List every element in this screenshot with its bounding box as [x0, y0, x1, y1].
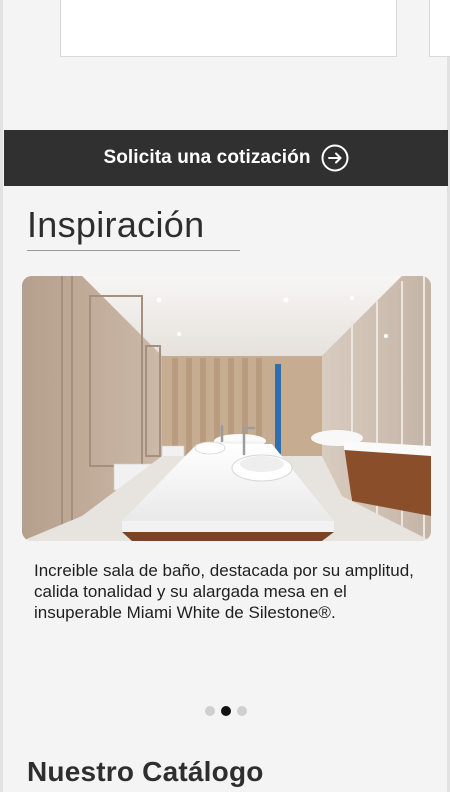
- product-card[interactable]: [60, 0, 397, 57]
- request-quote-label: Solicita una cotización: [103, 147, 311, 168]
- carousel-dot[interactable]: [221, 706, 231, 716]
- viewport-edge-left: [0, 0, 3, 792]
- title-underline: [27, 250, 240, 251]
- catalog-title: Nuestro Catálogo: [27, 756, 264, 787]
- inspiration-slide-image[interactable]: [22, 276, 431, 541]
- product-card-next[interactable]: [429, 0, 450, 57]
- arrow-right-circle-icon: [321, 144, 349, 172]
- inspiration-caption: Increible sala de baño, destacada por su…: [34, 561, 414, 622]
- request-quote-button[interactable]: Solicita una cotización: [4, 130, 448, 186]
- carousel-dot[interactable]: [237, 706, 247, 716]
- carousel-dots: [205, 706, 247, 716]
- inspiration-title: Inspiración: [27, 204, 205, 245]
- carousel-dot[interactable]: [205, 706, 215, 716]
